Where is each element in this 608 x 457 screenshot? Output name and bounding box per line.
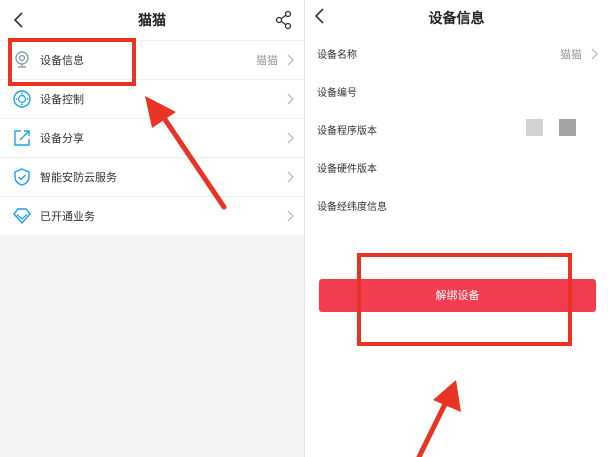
arrow-to-unbind xyxy=(416,380,461,457)
arrow-to-device-info xyxy=(145,96,227,210)
annotation-arrows xyxy=(145,96,461,457)
